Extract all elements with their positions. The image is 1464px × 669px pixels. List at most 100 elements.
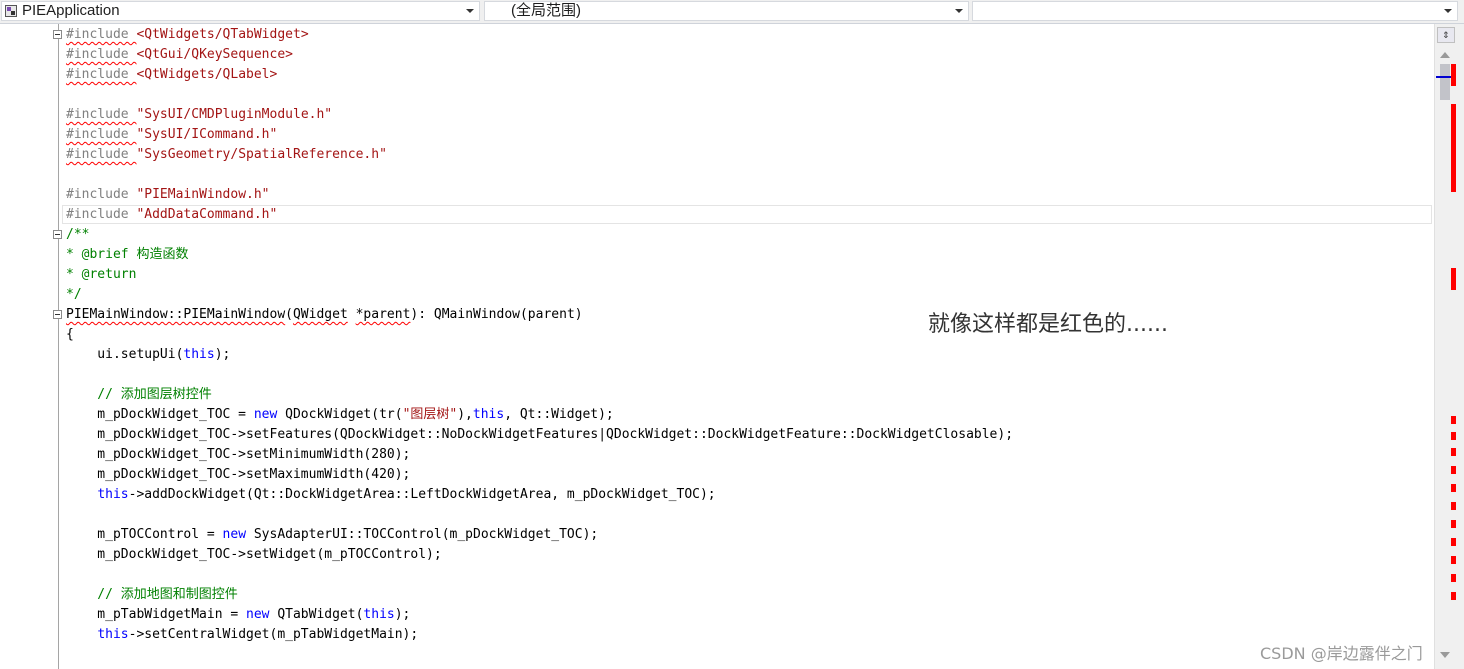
code-line-21: m_pDockWidget_TOC->setFeatures(QDockWidg… — [66, 427, 1014, 442]
code-line-10: #include "AddDataCommand.h" — [66, 205, 277, 225]
code-token: #include — [66, 47, 137, 62]
code-token: ui.setupUi( — [66, 347, 184, 362]
error-marker[interactable] — [1451, 502, 1456, 510]
code-token: *parent — [355, 307, 411, 322]
project-dropdown[interactable]: PIEApplication — [1, 1, 480, 21]
code-line-3: #include <QtWidgets/QLabel> — [66, 65, 277, 85]
scroll-down-icon[interactable] — [1440, 652, 1450, 658]
chevron-down-icon — [466, 9, 474, 13]
code-token: #include — [66, 107, 137, 122]
code-line-27: m_pDockWidget_TOC->setWidget(m_pTOCContr… — [66, 547, 442, 562]
code-token: "PIEMainWindow.h" — [136, 187, 270, 202]
code-line-15: PIEMainWindow::PIEMainWindow(QWidget *pa… — [66, 305, 583, 325]
error-marker[interactable] — [1451, 484, 1456, 492]
error-marker[interactable] — [1451, 556, 1456, 564]
project-icon — [5, 5, 17, 17]
error-marker[interactable] — [1451, 104, 1456, 192]
code-token: #include — [66, 67, 137, 82]
error-marker[interactable] — [1451, 466, 1456, 474]
error-marker[interactable] — [1451, 592, 1456, 600]
code-token: #include — [66, 187, 137, 202]
vertical-scrollbar[interactable] — [1434, 24, 1464, 669]
code-line-16: { — [66, 327, 74, 342]
code-token: <QtGui/QKeySequence> — [136, 47, 293, 62]
annotation-text: 就像这样都是红色的...... — [928, 312, 1168, 337]
error-marker[interactable] — [1451, 574, 1456, 582]
code-line-29: // 添加地图和制图控件 — [66, 587, 238, 602]
split-editor-icon[interactable]: ⇕ — [1437, 27, 1455, 43]
code-line-1: #include <QtWidgets/QTabWidget> — [66, 25, 309, 45]
code-token: ), — [457, 407, 473, 422]
project-dropdown-label: PIEApplication — [22, 2, 120, 19]
collapse-icon[interactable] — [53, 310, 62, 319]
error-marker[interactable] — [1451, 538, 1456, 546]
collapse-icon[interactable] — [53, 230, 62, 239]
code-token: new — [222, 527, 247, 542]
code-line-2: #include <QtGui/QKeySequence> — [66, 45, 293, 65]
watermark: CSDN @岸边露伴之门 — [1260, 644, 1423, 663]
code-token: this — [472, 407, 505, 422]
code-token: m_pTOCControl = — [66, 527, 223, 542]
code-line-24: this->addDockWidget(Qt::DockWidgetArea::… — [66, 485, 716, 505]
code-token: ->addDockWidget(Qt::DockWidgetArea::Left… — [128, 487, 716, 502]
error-marker[interactable] — [1451, 416, 1456, 424]
code-token: ): QMainWindow(parent) — [410, 307, 583, 322]
code-token: "SysUI/ICommand.h" — [136, 127, 278, 142]
scope-dropdown-label: (全局范围) — [511, 2, 581, 19]
code-token: m_pTabWidgetMain = — [66, 607, 247, 622]
code-token: this — [363, 607, 395, 622]
error-marker[interactable] — [1451, 64, 1456, 86]
chevron-down-icon — [955, 9, 963, 13]
code-line-30: m_pTabWidgetMain = new QTabWidget(this); — [66, 605, 410, 625]
error-marker[interactable] — [1451, 432, 1456, 440]
code-line-17: ui.setupUi(this); — [66, 345, 230, 365]
code-token: this — [97, 627, 129, 642]
code-line-20: m_pDockWidget_TOC = new QDockWidget(tr("… — [66, 405, 613, 425]
error-marker[interactable] — [1451, 448, 1456, 456]
code-token: <QtWidgets/QLabel> — [136, 67, 278, 82]
code-token: ); — [394, 607, 411, 622]
code-token: "SysGeometry/SpatialReference.h" — [136, 147, 387, 162]
code-line-9: #include "PIEMainWindow.h" — [66, 185, 270, 205]
code-token: #include — [66, 127, 137, 142]
code-line-22: m_pDockWidget_TOC->setMinimumWidth(280); — [66, 447, 411, 462]
error-marker[interactable] — [1451, 520, 1456, 528]
code-line-31: this->setCentralWidget(m_pTabWidgetMain)… — [66, 625, 418, 645]
error-marker[interactable] — [1451, 268, 1456, 290]
code-token: <QtWidgets/QTabWidget> — [136, 27, 309, 42]
code-token: "图层树" — [402, 407, 458, 422]
code-token: #include — [66, 207, 137, 222]
code-token: m_pDockWidget_TOC = — [66, 407, 254, 422]
code-token: new — [246, 607, 270, 622]
code-line-13: * @return — [66, 267, 137, 282]
member-dropdown[interactable] — [972, 1, 1458, 21]
scroll-up-icon[interactable] — [1440, 52, 1450, 58]
code-token: "SysUI/CMDPluginModule.h" — [136, 107, 333, 122]
scrollbar-thumb[interactable] — [1440, 64, 1450, 100]
code-line-12: * @brief 构造函数 — [66, 247, 189, 262]
code-line-11: /** — [66, 227, 90, 242]
code-token: PIEMainWindow::PIEMainWindow — [66, 307, 286, 322]
code-line-14: */ — [66, 287, 82, 302]
code-token: ->setCentralWidget(m_pTabWidgetMain); — [128, 627, 419, 642]
scope-dropdown[interactable]: (全局范围) — [484, 1, 969, 21]
code-token: ( — [285, 307, 293, 322]
code-token: QWidget — [292, 307, 348, 322]
code-token: ); — [214, 347, 231, 362]
code-token: this — [97, 487, 129, 502]
code-line-7: #include "SysGeometry/SpatialReference.h… — [66, 145, 387, 165]
code-token: this — [183, 347, 215, 362]
code-line-5: #include "SysUI/CMDPluginModule.h" — [66, 105, 332, 125]
navigation-bar: PIEApplication (全局范围) — [0, 0, 1464, 24]
code-token: QTabWidget( — [269, 607, 364, 622]
code-token: SysAdapterUI::TOCControl(m_pDockWidget_T… — [246, 527, 599, 542]
code-token: #include — [66, 27, 137, 42]
code-line-23: m_pDockWidget_TOC->setMaximumWidth(420); — [66, 467, 411, 482]
code-token: #include — [66, 147, 137, 162]
collapse-icon[interactable] — [53, 30, 62, 39]
code-token: QDockWidget(tr( — [277, 407, 403, 422]
code-line-6: #include "SysUI/ICommand.h" — [66, 125, 277, 145]
